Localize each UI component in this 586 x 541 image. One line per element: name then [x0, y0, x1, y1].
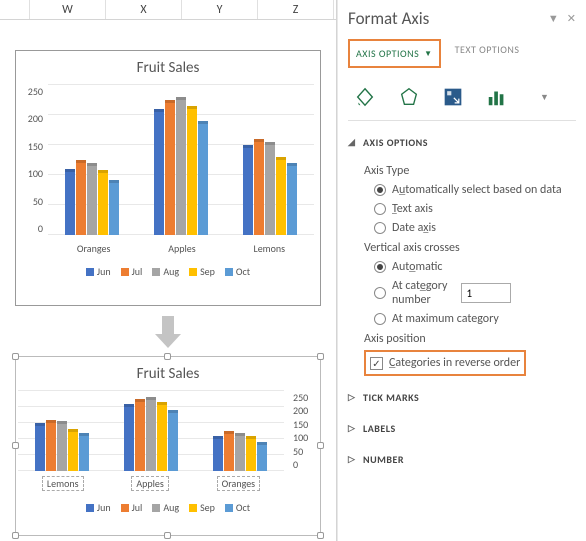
x-axis-labels-selected[interactable]: LemonsApplesOranges	[18, 476, 284, 491]
section-labels[interactable]: ▷ LABELS	[348, 419, 576, 438]
tab-axis-options-highlight: AXIS OPTIONS ▼	[348, 39, 441, 68]
radio-icon	[374, 184, 386, 196]
checkbox-icon: ✓	[370, 357, 383, 370]
chart-2[interactable]: Fruit Sales LemonsApplesOranges 25020015…	[15, 356, 321, 536]
chart-legend[interactable]: JunJulAugSepOct	[16, 497, 320, 522]
radio-icon	[374, 203, 386, 215]
chevron-down-icon[interactable]: ▼	[424, 49, 432, 59]
fill-line-icon[interactable]	[352, 84, 378, 110]
axis-position-label: Axis position	[364, 332, 576, 346]
size-properties-icon[interactable]	[440, 84, 466, 110]
radio-icon	[374, 313, 386, 325]
tab-axis-options[interactable]: AXIS OPTIONS	[356, 43, 419, 64]
y-axis[interactable]: 250200150100500	[290, 387, 320, 497]
format-axis-pane: Format Axis ▼ ✕ AXIS OPTIONS ▼ TEXT OPTI…	[337, 0, 586, 541]
category-number-input[interactable]	[461, 283, 511, 303]
y-axis[interactable]: 250200150100500	[16, 81, 46, 261]
col-header[interactable]: Y	[182, 0, 258, 19]
column-headers: W X Y Z	[0, 0, 336, 20]
radio-icon	[374, 261, 386, 273]
pane-title: Format Axis	[348, 8, 429, 29]
chart-title[interactable]: Fruit Sales	[16, 357, 320, 387]
vertical-axis-crosses-label: Vertical axis crosses	[364, 241, 576, 255]
format-category-icons: ▼	[348, 74, 576, 121]
section-axis-options[interactable]: ◢ AXIS OPTIONS	[348, 133, 576, 152]
dropdown-icon[interactable]: ▼	[548, 12, 559, 25]
checkbox-categories-reverse[interactable]: ✓ Categories in reverse order	[370, 356, 520, 370]
chevron-right-icon: ▷	[348, 454, 358, 465]
radio-auto-select[interactable]: Automatically select based on data	[374, 183, 576, 197]
spreadsheet-area: W X Y Z Fruit Sales 250200150100500 Oran…	[0, 0, 337, 541]
row-header-spacer	[0, 0, 30, 19]
axis-options-icon[interactable]	[484, 84, 510, 110]
chart-1[interactable]: Fruit Sales 250200150100500 OrangesApple…	[15, 50, 321, 306]
close-icon[interactable]: ✕	[567, 12, 576, 25]
radio-date-axis[interactable]: Date axis	[374, 221, 576, 235]
x-axis-labels[interactable]: OrangesApplesLemons	[48, 242, 314, 255]
radio-icon	[374, 287, 386, 299]
radio-icon	[374, 222, 386, 234]
chevron-right-icon: ▷	[348, 392, 358, 403]
tab-text-options[interactable]: TEXT OPTIONS	[455, 39, 520, 68]
arrow-down-icon	[155, 316, 181, 350]
radio-at-category-number[interactable]: At categorynumber	[374, 279, 576, 307]
chart-legend[interactable]: JunJulAugSepOct	[16, 261, 320, 286]
chevron-down-icon: ◢	[348, 137, 358, 148]
chevron-right-icon: ▷	[348, 423, 358, 434]
section-number[interactable]: ▷ NUMBER	[348, 450, 576, 469]
radio-at-maximum-category[interactable]: At maximum category	[374, 312, 576, 326]
col-header[interactable]: Z	[258, 0, 334, 19]
section-tick-marks[interactable]: ▷ TICK MARKS	[348, 388, 576, 407]
chart-title[interactable]: Fruit Sales	[16, 51, 320, 81]
col-header[interactable]: W	[30, 0, 106, 19]
col-header[interactable]: X	[106, 0, 182, 19]
chevron-down-icon[interactable]: ▼	[540, 92, 549, 103]
axis-type-label: Axis Type	[364, 164, 576, 178]
radio-automatic[interactable]: Automatic	[374, 260, 576, 274]
effects-icon[interactable]	[396, 84, 422, 110]
radio-text-axis[interactable]: Text axis	[374, 202, 576, 216]
reverse-order-highlight: ✓ Categories in reverse order	[364, 350, 526, 376]
